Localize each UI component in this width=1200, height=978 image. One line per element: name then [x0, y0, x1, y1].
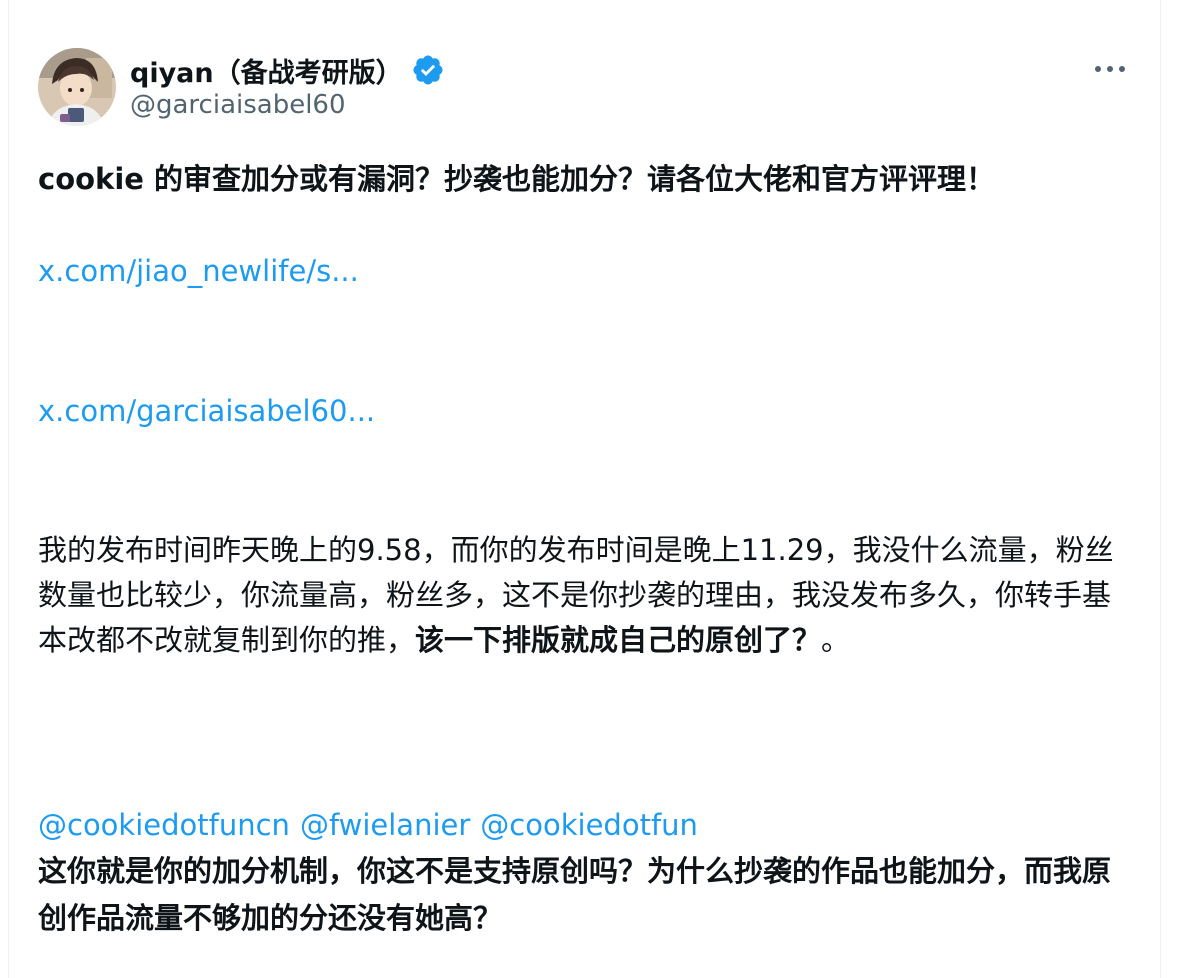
- post-closing: 这你就是你的加分机制，你这不是支持原创吗？为什么抄袭的作品也能加分，而我原创作品…: [38, 854, 1112, 935]
- mention-link[interactable]: @fwielanier: [300, 808, 470, 842]
- more-options-icon[interactable]: [1090, 52, 1130, 86]
- verified-badge-icon: [411, 53, 445, 87]
- post-body: 我的发布时间昨天晚上的9.58，而你的发布时间是晚上11.29，我没什么流量，粉…: [38, 528, 1128, 663]
- post-body-end: 。: [821, 623, 851, 657]
- author-handle[interactable]: @garciaisabel60: [130, 90, 346, 120]
- mention-link[interactable]: @cookiedotfun: [480, 808, 698, 842]
- post-link-2[interactable]: x.com/garciaisabel60...: [38, 390, 375, 432]
- card-border-right: [1160, 0, 1161, 978]
- card-border-left: [8, 0, 9, 978]
- avatar[interactable]: [38, 48, 116, 126]
- mention-link[interactable]: @cookiedotfuncn: [38, 808, 290, 842]
- post-body-emphasis: 该一下排版就成自己的原创了？: [415, 623, 822, 657]
- post-headline: cookie 的审查加分或有漏洞？抄袭也能加分？请各位大佬和官方评评理！: [38, 162, 996, 196]
- post-link-1[interactable]: x.com/jiao_newlife/s...: [38, 250, 359, 292]
- author-name-row: qiyan（备战考研版）: [130, 50, 445, 90]
- mentions-row: @cookiedotfuncn @fwielanier @cookiedotfun: [38, 804, 708, 846]
- author-display-name[interactable]: qiyan（备战考研版）: [130, 51, 403, 90]
- tweet-card: qiyan（备战考研版） @garciaisabel60 cookie 的审查加…: [0, 0, 1200, 978]
